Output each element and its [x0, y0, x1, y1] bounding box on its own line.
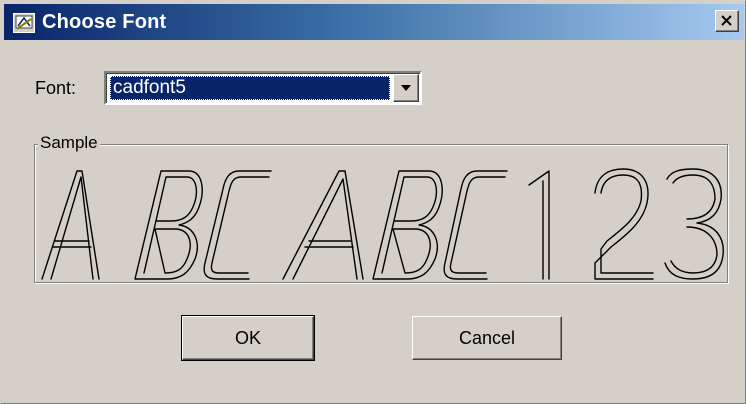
glyph-2: [594, 168, 654, 280]
close-icon: [721, 15, 732, 26]
glyph-a2: [282, 170, 364, 280]
glyph-1: [528, 170, 550, 280]
close-button[interactable]: [715, 10, 739, 32]
font-dialog-icon: [13, 13, 35, 33]
font-sample-preview: ABCABC123: [39, 163, 727, 281]
glyph-b2: [372, 170, 443, 280]
font-select[interactable]: cadfont5: [104, 71, 422, 105]
glyph-3: [664, 168, 724, 280]
glyph-c2: [443, 170, 508, 280]
title-bar[interactable]: Choose Font: [4, 4, 744, 40]
sample-group-label: Sample: [38, 133, 100, 153]
glyph-b: [134, 170, 203, 280]
choose-font-dialog: Choose Font Font: cadfont5 Sample ABCABC…: [0, 0, 746, 404]
dialog-title: Choose Font: [42, 11, 167, 33]
glyph-c: [203, 170, 272, 280]
font-dropdown-button[interactable]: [393, 74, 419, 102]
font-label: Font:: [35, 78, 77, 98]
cancel-button[interactable]: Cancel: [412, 316, 562, 360]
chevron-down-icon: [401, 85, 411, 91]
glyph-a: [41, 170, 100, 280]
ok-button[interactable]: OK: [181, 315, 315, 361]
font-select-value[interactable]: cadfont5: [110, 76, 390, 100]
